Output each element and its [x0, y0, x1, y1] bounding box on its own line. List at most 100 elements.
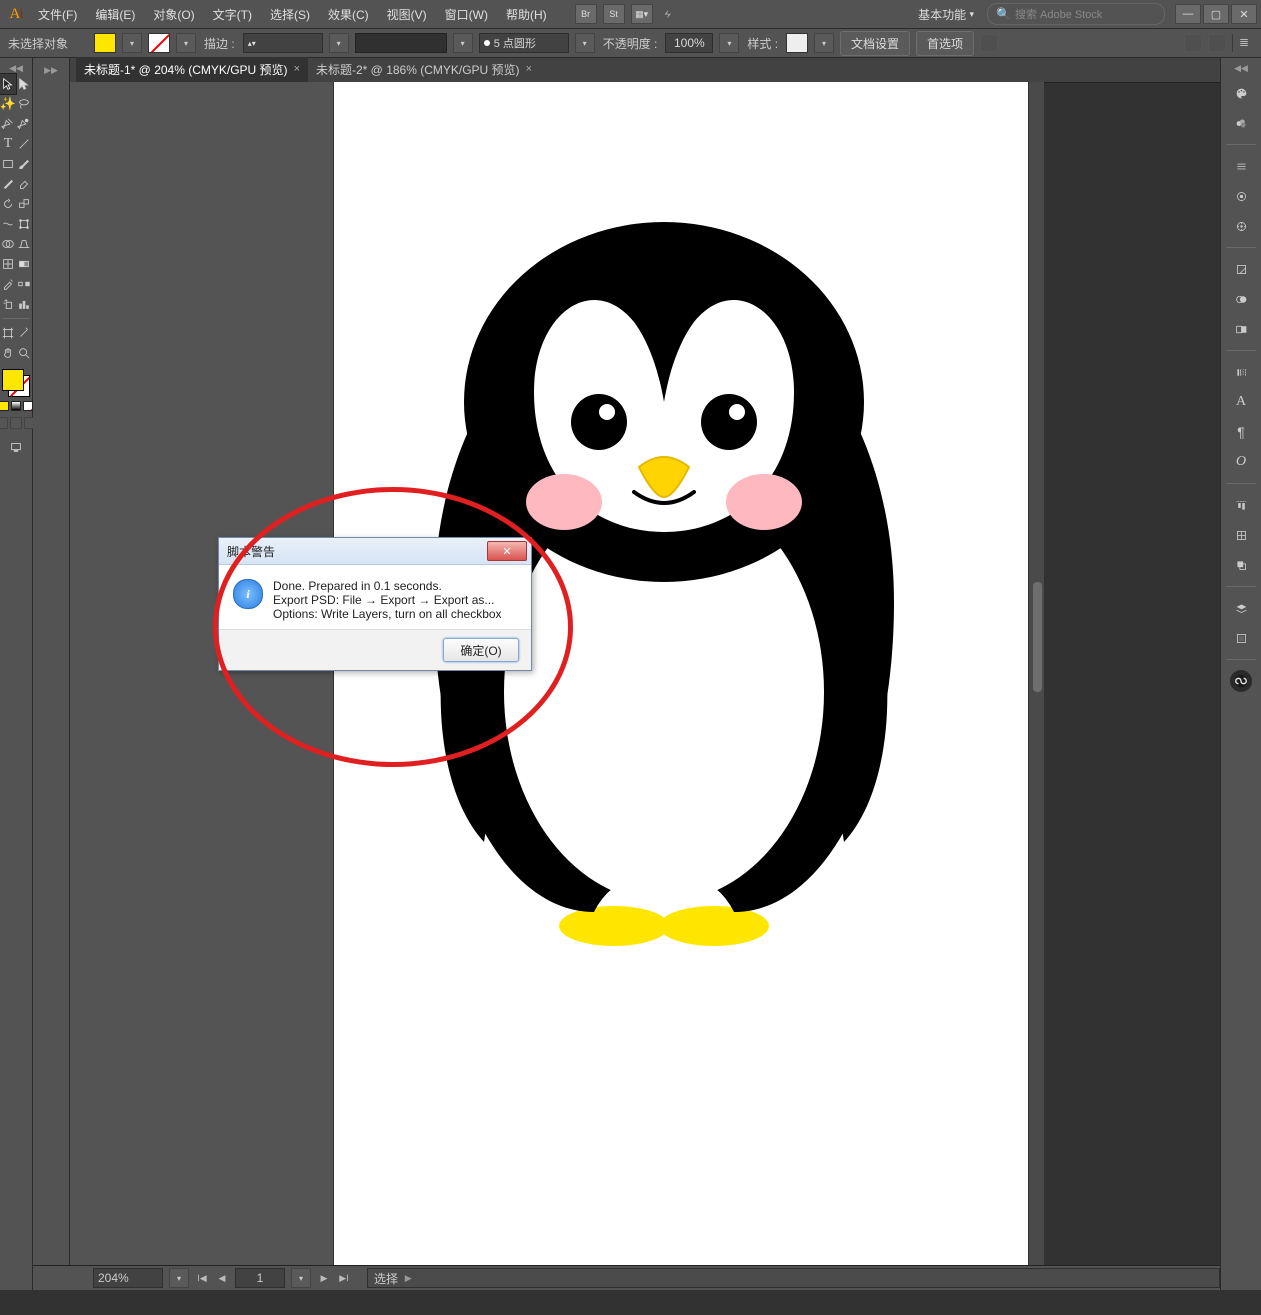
expand-left-panels[interactable]: ▶▶	[33, 58, 70, 82]
fill-stroke-indicator[interactable]	[2, 369, 30, 397]
brush-definition[interactable]: 5 点圆形	[479, 33, 569, 53]
perspective-grid-tool[interactable]	[16, 234, 32, 254]
minimize-button[interactable]: —	[1175, 4, 1201, 24]
none-mode[interactable]	[23, 401, 33, 411]
layers-panel-icon[interactable]	[1230, 597, 1252, 619]
stroke-weight-dd[interactable]: ▾	[329, 33, 349, 53]
prev-artboard[interactable]: ◀	[215, 1270, 229, 1286]
dialog-close-button[interactable]: ✕	[487, 541, 527, 561]
search-adobe-stock[interactable]: 🔍 搜索 Adobe Stock	[987, 3, 1165, 25]
next-artboard[interactable]: ▶	[317, 1270, 331, 1286]
eraser-tool[interactable]	[16, 174, 32, 194]
blend-tool[interactable]	[16, 274, 32, 294]
artboard-dd[interactable]: ▾	[291, 1268, 311, 1288]
preferences-button[interactable]: 首选项	[916, 31, 974, 56]
gradient-mode[interactable]	[11, 401, 21, 411]
menu-object[interactable]: 对象(O)	[145, 2, 202, 27]
fill-dropdown[interactable]: ▾	[122, 33, 142, 53]
left-panel-dock[interactable]	[33, 82, 70, 1265]
last-artboard[interactable]: ▶I	[337, 1270, 351, 1286]
width-tool[interactable]	[0, 214, 16, 234]
vertical-scrollbar[interactable]	[1028, 82, 1044, 1265]
gradient-tool[interactable]	[16, 254, 32, 274]
rectangle-tool[interactable]	[0, 154, 16, 174]
menu-edit[interactable]: 编辑(E)	[87, 2, 143, 27]
libraries-panel-icon[interactable]	[1230, 670, 1252, 692]
brush-dd[interactable]: ▾	[575, 33, 595, 53]
menu-help[interactable]: 帮助(H)	[498, 2, 555, 27]
lasso-tool[interactable]	[16, 94, 32, 114]
direct-selection-tool[interactable]	[16, 74, 32, 94]
menu-select[interactable]: 选择(S)	[262, 2, 318, 27]
opentype-panel-icon[interactable]: O	[1230, 451, 1252, 473]
transform-panel-icon[interactable]	[1184, 34, 1202, 52]
graphic-style-swatch[interactable]	[786, 33, 808, 53]
draw-normal[interactable]	[0, 417, 8, 429]
stroke-weight-field[interactable]: ▴▾	[243, 33, 323, 53]
workspace-switcher[interactable]: 基本功能 ▾	[907, 2, 985, 27]
close-icon[interactable]: ×	[294, 63, 300, 75]
color-guide-icon[interactable]	[1230, 112, 1252, 134]
tab-doc-2[interactable]: 未标题-2* @ 186% (CMYK/GPU 预览)×	[308, 57, 540, 82]
symbol-sprayer-tool[interactable]	[0, 294, 16, 314]
gpu-performance-button[interactable]	[659, 5, 679, 23]
artboard-tool[interactable]	[0, 323, 16, 343]
zoom-dd[interactable]: ▾	[169, 1268, 189, 1288]
artboards-panel-icon[interactable]	[1230, 627, 1252, 649]
tab-doc-1[interactable]: 未标题-1* @ 204% (CMYK/GPU 预览)×	[76, 57, 308, 82]
rotate-tool[interactable]	[0, 194, 16, 214]
opacity-dd[interactable]: ▾	[719, 33, 739, 53]
bridge-button[interactable]: Br	[575, 4, 597, 24]
transform-panel-icon[interactable]	[1230, 524, 1252, 546]
vw-dd[interactable]: ▾	[453, 33, 473, 53]
arrange-documents-button[interactable]: ▦▾	[631, 4, 653, 24]
collapse-tools[interactable]: ◀◀	[0, 62, 32, 74]
color-panel-icon[interactable]	[1230, 82, 1252, 104]
scrollbar-thumb[interactable]	[1033, 582, 1042, 692]
dialog-titlebar[interactable]: 脚本警告 ✕	[219, 538, 531, 565]
shaper-tool[interactable]	[0, 174, 16, 194]
align-icon[interactable]	[980, 34, 998, 52]
status-info[interactable]: 选择 ▶	[367, 1268, 1220, 1288]
stock-button[interactable]: St	[603, 4, 625, 24]
menu-file[interactable]: 文件(F)	[30, 2, 85, 27]
align-panel-icon[interactable]	[1230, 494, 1252, 516]
pathfinder-panel-icon[interactable]	[1230, 554, 1252, 576]
stroke-swatch[interactable]	[148, 33, 170, 53]
first-artboard[interactable]: I◀	[195, 1270, 209, 1286]
close-icon[interactable]: ×	[526, 63, 532, 75]
stroke-panel-icon[interactable]	[1230, 258, 1252, 280]
ctrl-menu-icon[interactable]: ≣	[1239, 35, 1255, 51]
slice-tool[interactable]	[16, 323, 32, 343]
paintbrush-tool[interactable]	[16, 154, 32, 174]
line-segment-tool[interactable]	[16, 134, 32, 154]
scale-tool[interactable]	[16, 194, 32, 214]
mesh-tool[interactable]	[0, 254, 16, 274]
collapse-right[interactable]: ◀◀	[1221, 62, 1261, 74]
menu-effect[interactable]: 效果(C)	[320, 2, 377, 27]
ok-button[interactable]: 确定(O)	[443, 638, 519, 662]
selection-tool[interactable]	[0, 74, 16, 94]
menu-view[interactable]: 视图(V)	[379, 2, 435, 27]
opacity-field[interactable]: 100%	[665, 33, 713, 53]
brushes-panel-icon[interactable]	[1230, 185, 1252, 207]
graphic-styles-icon[interactable]: A	[1230, 391, 1252, 413]
curvature-tool[interactable]	[16, 114, 32, 134]
symbols-panel-icon[interactable]	[1230, 215, 1252, 237]
screen-mode-button[interactable]	[8, 437, 24, 457]
artboard[interactable]	[333, 82, 1028, 1265]
document-setup-button[interactable]: 文档设置	[840, 31, 910, 56]
gradient-panel-icon[interactable]	[1230, 288, 1252, 310]
shape-builder-tool[interactable]	[0, 234, 16, 254]
pen-tool[interactable]	[0, 114, 16, 134]
paragraph-panel-icon[interactable]: ¶	[1230, 421, 1252, 443]
artboard-number[interactable]: 1	[235, 1268, 285, 1288]
color-mode[interactable]	[0, 401, 9, 411]
stroke-dropdown[interactable]: ▾	[176, 33, 196, 53]
transform-each-icon[interactable]	[1208, 34, 1226, 52]
menu-window[interactable]: 窗口(W)	[437, 2, 496, 27]
draw-behind[interactable]	[10, 417, 22, 429]
close-button[interactable]: ✕	[1231, 4, 1257, 24]
type-tool[interactable]: T	[0, 134, 16, 154]
maximize-button[interactable]: ▢	[1203, 4, 1229, 24]
